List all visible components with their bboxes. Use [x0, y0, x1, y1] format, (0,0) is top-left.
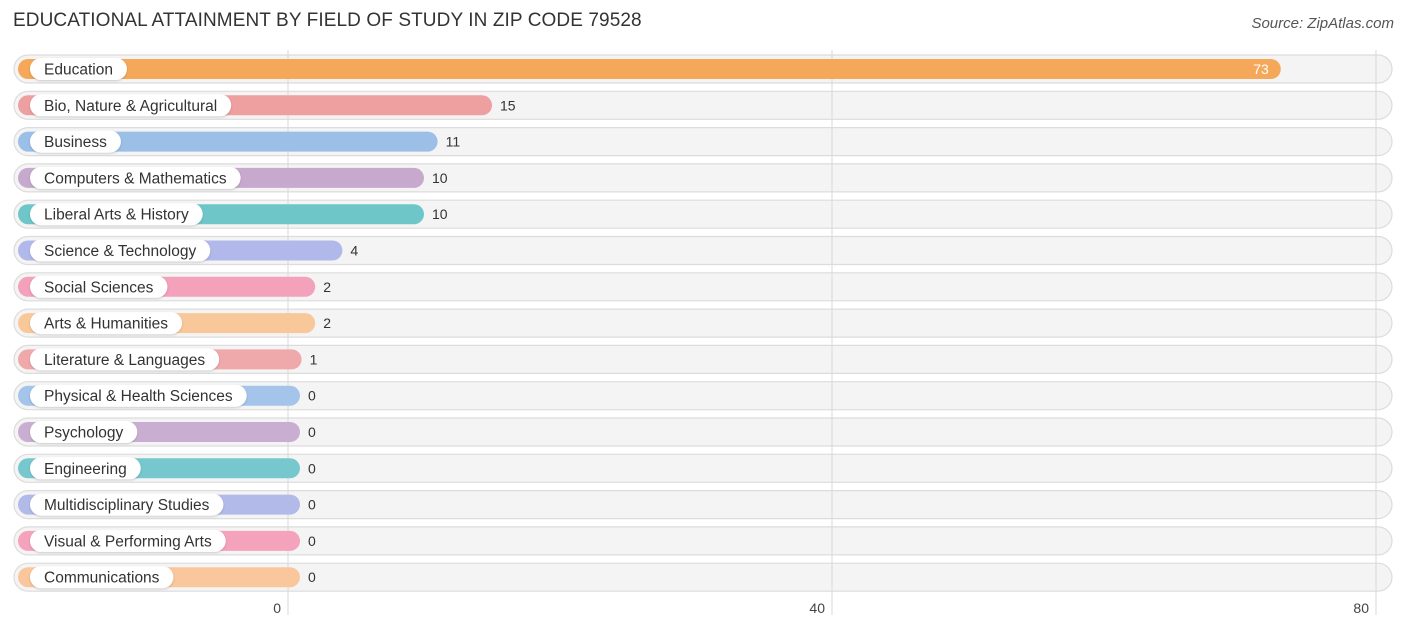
value-label: 15 [500, 97, 516, 113]
value-label: 0 [308, 388, 316, 404]
value-label: 10 [432, 170, 448, 186]
category-label: Arts & Humanities [44, 316, 168, 333]
category-label: Physical & Health Sciences [44, 388, 233, 405]
value-label: 2 [323, 279, 331, 295]
category-label: Science & Technology [44, 243, 196, 260]
x-tick-label: 80 [1353, 600, 1369, 616]
value-label: 73 [1253, 61, 1269, 77]
x-tick-label: 40 [809, 600, 825, 616]
category-label: Bio, Nature & Agricultural [44, 98, 217, 115]
category-label: Psychology [44, 425, 124, 442]
category-label: Communications [44, 570, 160, 587]
value-label: 0 [308, 533, 316, 549]
value-label: 1 [310, 351, 318, 367]
category-label: Business [44, 134, 107, 151]
value-label: 11 [446, 134, 461, 150]
category-label: Liberal Arts & History [44, 207, 189, 224]
bar [18, 59, 1281, 79]
value-label: 0 [308, 460, 316, 476]
category-label: Computers & Mathematics [44, 170, 227, 187]
value-label: 0 [308, 424, 316, 440]
category-label: Engineering [44, 461, 127, 478]
x-tick-label: 0 [273, 600, 281, 616]
category-label: Literature & Languages [44, 352, 205, 369]
value-label: 10 [432, 206, 448, 222]
category-label: Multidisciplinary Studies [44, 497, 210, 514]
category-label: Social Sciences [44, 279, 154, 296]
category-label: Education [44, 62, 113, 79]
value-label: 0 [308, 569, 316, 585]
category-label: Visual & Performing Arts [44, 533, 212, 550]
value-label: 0 [308, 497, 316, 513]
value-label: 4 [350, 243, 358, 259]
bar-chart: Education 73 Bio, Nature & Agricultural 15 B… [13, 50, 1393, 616]
value-label: 2 [323, 315, 331, 331]
